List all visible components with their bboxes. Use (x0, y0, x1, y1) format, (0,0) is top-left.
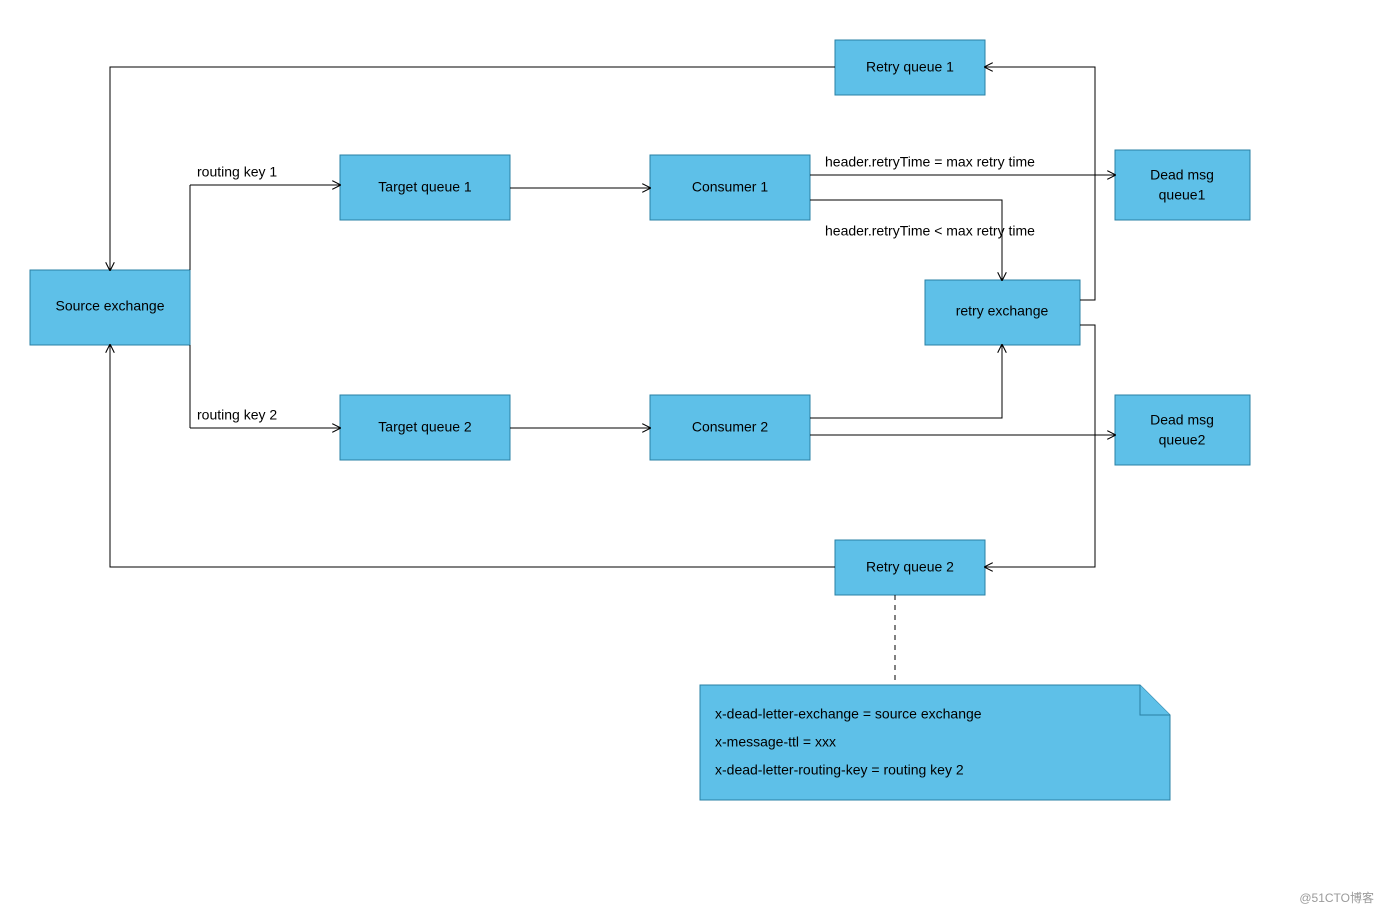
note-line-3: x-dead-letter-routing-key = routing key … (715, 762, 964, 778)
node-consumer-2: Consumer 2 (650, 395, 810, 460)
note-retry-queue-2: x-dead-letter-exchange = source exchange… (700, 685, 1170, 800)
target-queue-1-label: Target queue 1 (378, 179, 472, 195)
node-retry-exchange: retry exchange (925, 280, 1080, 345)
note-line-1: x-dead-letter-exchange = source exchange (715, 706, 982, 722)
consumer-2-label: Consumer 2 (692, 419, 768, 435)
note-line-2: x-message-ttl = xxx (715, 734, 836, 750)
node-source-exchange: Source exchange (30, 270, 190, 345)
source-exchange-label: Source exchange (56, 298, 165, 314)
retry-lt-max-label: header.retryTime < max retry time (825, 223, 1035, 239)
node-dead-msg-queue-1: Dead msg queue1 (1115, 150, 1250, 220)
edge-consumer1-retryex (810, 200, 1002, 280)
node-retry-queue-2: Retry queue 2 (835, 540, 985, 595)
retry-exchange-label: retry exchange (956, 303, 1049, 319)
edge-consumer2-retryex (810, 345, 1002, 418)
routing-key-1-label: routing key 1 (197, 164, 277, 180)
retry-queue-2-label: Retry queue 2 (866, 559, 954, 575)
retry-queue-1-label: Retry queue 1 (866, 59, 954, 75)
watermark: @51CTO博客 (1299, 889, 1374, 906)
node-target-queue-1: Target queue 1 (340, 155, 510, 220)
retry-eq-max-label: header.retryTime = max retry time (825, 154, 1035, 170)
consumer-1-label: Consumer 1 (692, 179, 768, 195)
dead-msg-queue-2-l2: queue2 (1159, 432, 1206, 448)
target-queue-2-label: Target queue 2 (378, 419, 472, 435)
dead-msg-queue-1-l1: Dead msg (1150, 167, 1214, 183)
node-target-queue-2: Target queue 2 (340, 395, 510, 460)
node-dead-msg-queue-2: Dead msg queue2 (1115, 395, 1250, 465)
diagram-canvas: Source exchange Target queue 1 Consumer … (0, 0, 1382, 912)
dead-msg-queue-2-l1: Dead msg (1150, 412, 1214, 428)
routing-key-2-label: routing key 2 (197, 407, 277, 423)
dead-msg-queue-1-l2: queue1 (1159, 187, 1206, 203)
node-consumer-1: Consumer 1 (650, 155, 810, 220)
node-retry-queue-1: Retry queue 1 (835, 40, 985, 95)
